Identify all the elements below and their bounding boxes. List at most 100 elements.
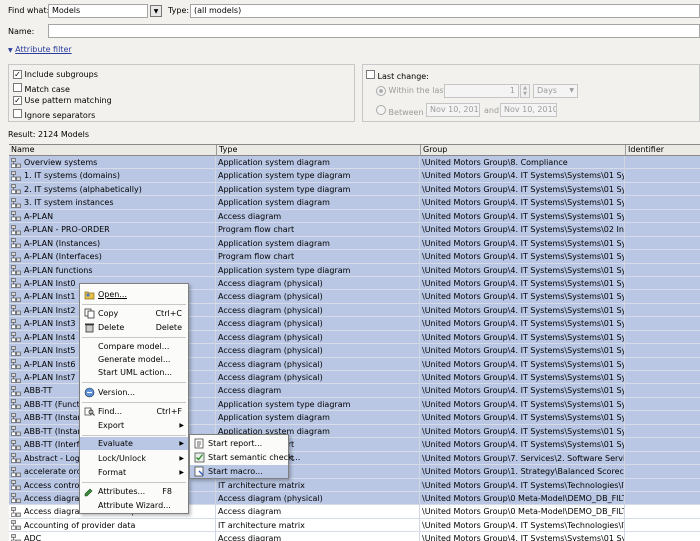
name-input[interactable]	[48, 24, 700, 38]
table-row[interactable]: A-PLAN Access diagram \United Motors Group…	[9, 209, 700, 224]
model-icon	[11, 359, 21, 369]
row-name: A-PLAN Inst2	[24, 305, 76, 315]
menu-item-wizard-label: Attribute Wizard...	[98, 501, 171, 510]
menu-item-delete[interactable]: Delete Delete	[80, 321, 188, 334]
cell-type: Access diagram (physical)	[216, 290, 420, 304]
cell-type: Access diagram (physical)	[216, 357, 420, 371]
table-row[interactable]: 3. IT system instances Application system…	[9, 196, 700, 210]
type-label: Type:	[168, 6, 190, 15]
attributes-icon	[84, 488, 93, 497]
cell-type: Access diagram	[216, 505, 420, 519]
model-icon	[11, 278, 21, 289]
row-name: A-PLAN Inst1	[24, 292, 76, 302]
cell-name: A-PLAN - PRO-ORDER	[9, 223, 216, 237]
column-header-identifier[interactable]: Identifier	[625, 145, 700, 156]
last-change-option[interactable]: Last change:	[366, 70, 429, 81]
model-icon	[11, 238, 21, 248]
row-name: A-PLAN (Interfaces)	[24, 252, 102, 262]
menu-item-evaluate[interactable]: Evaluate ▶	[80, 437, 188, 450]
model-icon	[11, 157, 21, 168]
checkbox-checked-icon[interactable]: ✓	[13, 96, 22, 105]
menu-item-lock-unlock[interactable]: Lock/Unlock ▶	[80, 452, 188, 465]
menu-item-copy-label: Copy	[98, 309, 119, 318]
table-row[interactable]: Accounting of provider data IT architectu…	[9, 518, 700, 533]
ignore-separators-option[interactable]: Ignore separators	[13, 109, 95, 120]
cell-group: \United Motors Group\4. IT Systems\Syste…	[420, 182, 625, 196]
cell-type: Program flow chart	[216, 223, 420, 237]
attribute-filter-toggle[interactable]: ▼ Attribute filter	[8, 45, 72, 54]
checkbox-icon[interactable]	[13, 109, 22, 118]
submenu-item-start-report[interactable]: Start report...	[190, 437, 288, 450]
menu-item-generate[interactable]: Generate model...	[80, 353, 188, 366]
model-icon	[11, 533, 21, 541]
attribute-filter-link[interactable]: Attribute filter	[15, 45, 71, 54]
within-value-field[interactable]: 1	[444, 84, 519, 98]
spinner-icon[interactable]: ▲ ▼	[520, 84, 530, 98]
menu-item-compare[interactable]: Compare model...	[80, 340, 188, 353]
match-case-option[interactable]: Match case	[13, 83, 70, 94]
cell-type: Access diagram	[216, 532, 420, 541]
model-icon	[11, 265, 21, 275]
include-subgroups-option[interactable]: ✓ Include subgroups	[13, 70, 98, 79]
column-header-name[interactable]: Name	[9, 145, 216, 156]
unit-select[interactable]: Days ▼	[533, 84, 578, 98]
cell-name: A-PLAN	[9, 209, 216, 223]
column-header-type[interactable]: Type	[216, 145, 420, 156]
submenu-semantic-label: Start semantic check...	[208, 453, 301, 462]
table-row[interactable]: A-PLAN - PRO-ORDER Program flow chart \Uni…	[9, 223, 700, 237]
cell-type: Program flow chart	[216, 250, 420, 264]
find-what-select[interactable]: Models	[48, 4, 148, 18]
cell-group: \United Motors Group\8. Compliance	[420, 156, 625, 169]
cell-identifier	[625, 384, 700, 397]
cell-name: Accounting of provider data	[9, 518, 216, 532]
date-from-field[interactable]: Nov 10, 2010	[426, 103, 480, 117]
find-what-dropdown-button[interactable]: ▼	[150, 5, 162, 17]
delete-shortcut: Delete	[155, 323, 182, 332]
menu-item-attribute-wizard[interactable]: Attribute Wizard...	[80, 499, 188, 512]
menu-item-version[interactable]: Version...	[80, 386, 188, 399]
menu-item-open[interactable]: Open...	[80, 288, 188, 301]
row-name: A-PLAN (Instances)	[24, 238, 101, 248]
cell-identifier	[625, 223, 700, 236]
cell-group: \United Motors Group\4. IT Systems\Syste…	[420, 344, 625, 358]
menu-item-copy[interactable]: Copy Ctrl+C	[80, 307, 188, 320]
table-row[interactable]: Overview systems Application system diagr…	[9, 156, 700, 170]
menu-item-attributes[interactable]: Attributes... F8	[80, 485, 188, 498]
cell-type: Access diagram (physical)	[216, 276, 420, 290]
cell-name: 1. IT systems (domains)	[9, 169, 216, 183]
table-row[interactable]: A-PLAN (Instances) Application system dia…	[9, 236, 700, 251]
cell-group: \United Motors Group\4. IT Systems\Syste…	[420, 384, 625, 398]
checkbox-checked-icon[interactable]: ✓	[13, 70, 22, 79]
type-select[interactable]: (all models)	[190, 4, 700, 18]
checkbox-icon[interactable]	[13, 83, 22, 92]
menu-item-export[interactable]: Export ▶	[80, 419, 188, 432]
checkbox-icon[interactable]	[366, 70, 375, 79]
between-option[interactable]: Between	[376, 105, 424, 117]
cell-group: \United Motors Group\4. IT Systems\Syste…	[420, 532, 625, 541]
menu-item-start-uml[interactable]: Start UML action...	[80, 366, 188, 379]
date-to-field[interactable]: Nov 10, 2010	[500, 103, 557, 117]
menu-item-format[interactable]: Format ▶	[80, 466, 188, 479]
column-header-group[interactable]: Group	[420, 145, 625, 156]
submenu-item-semantic-check[interactable]: Start semantic check...	[190, 451, 300, 464]
table-row[interactable]: ADC Access diagram \United Motors Group\4.…	[9, 532, 700, 541]
cell-identifier	[625, 438, 700, 451]
pattern-matching-option[interactable]: ✓ Use pattern matching	[13, 96, 112, 105]
cell-group: \United Motors Group\0 Meta-Model\DEMO_D…	[422, 491, 625, 505]
submenu-item-start-macro[interactable]: Start macro...	[190, 465, 288, 478]
cell-group: \United Motors Group\4. IT Systems\Syste…	[420, 357, 625, 371]
row-name: A-PLAN functions	[24, 265, 93, 275]
menu-item-find[interactable]: Find... Ctrl+F	[80, 405, 188, 418]
cell-group: \United Motors Group\0 Meta-Model\DEMO_D…	[422, 505, 625, 519]
table-row[interactable]: 2. IT systems (alphabetically) Applicatio…	[9, 182, 700, 197]
table-row[interactable]: A-PLAN (Interfaces) Program flow chart \Un…	[9, 250, 700, 264]
macro-icon	[194, 466, 204, 477]
within-last-option[interactable]: Within the last	[376, 86, 447, 96]
chevron-down-icon: ▼	[153, 7, 159, 15]
row-name: ABB-TT (Instanc	[24, 426, 88, 436]
table-row[interactable]: A-PLAN functions Application system type …	[9, 263, 700, 277]
radio-selected-icon[interactable]	[376, 86, 386, 96]
table-row[interactable]: 1. IT systems (domains) Application syste…	[9, 169, 700, 183]
menu-item-find-label: Find...	[98, 407, 123, 416]
radio-icon[interactable]	[376, 105, 386, 115]
